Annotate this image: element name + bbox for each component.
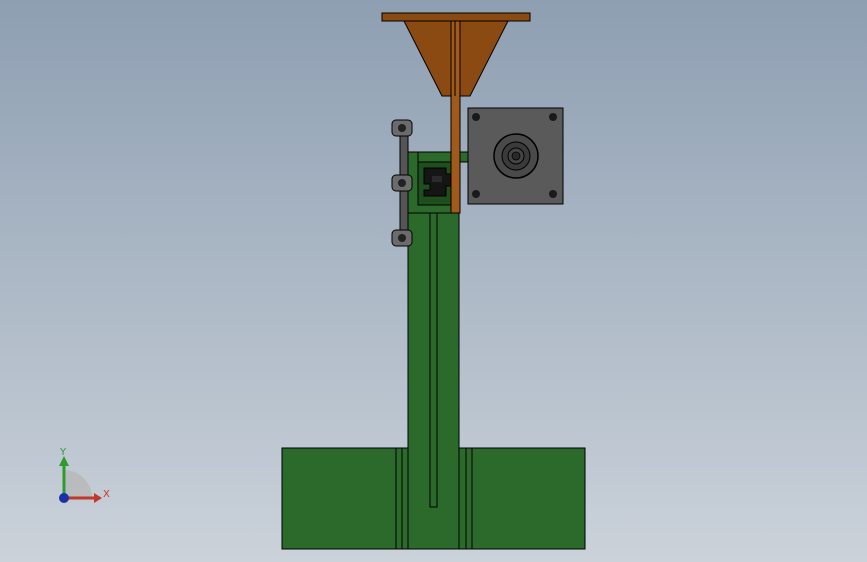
mount-hole-3 <box>472 190 480 198</box>
z-axis-icon <box>59 493 69 503</box>
x-axis-label: X <box>103 489 110 500</box>
mount-hole-2 <box>549 113 557 121</box>
mount-hole-4 <box>549 190 557 198</box>
motor[interactable] <box>467 107 564 205</box>
mount-hole-1 <box>472 113 480 121</box>
vertical-column[interactable] <box>407 212 460 550</box>
cad-viewport[interactable]: Y X <box>0 0 867 562</box>
triad-arc <box>64 470 92 498</box>
cad-model-view[interactable]: Y X <box>0 0 867 562</box>
y-axis-label: Y <box>59 447 67 458</box>
coordinate-triad: Y X <box>59 447 110 503</box>
